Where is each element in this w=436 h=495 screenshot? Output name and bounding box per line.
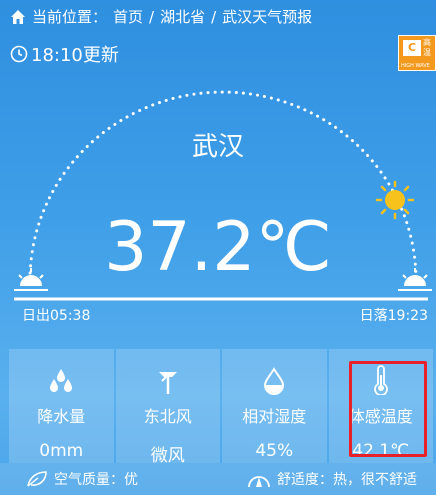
wind-card: 东北风 微风: [115, 349, 220, 466]
city-name: 武汉: [191, 132, 244, 162]
comfort-text: 舒适度：热，很不舒适: [277, 472, 417, 488]
precipitation-value: 0mm: [39, 441, 84, 461]
humidity-value: 45%: [255, 441, 294, 461]
air-quality-text: 空气质量：优: [54, 472, 138, 488]
humidity-drop-icon: [264, 367, 285, 395]
sunset-time: 日落19:23: [359, 308, 428, 324]
sunrise-time: 日出05:38: [22, 308, 91, 324]
raindrop-icon: [50, 369, 73, 392]
humidity-label: 相对湿度: [242, 407, 307, 426]
comfort: 舒适度：热，很不舒适: [247, 469, 417, 489]
humidity-card: 相对湿度 45%: [222, 349, 327, 463]
comfort-gauge-icon: [248, 476, 270, 488]
bottom-info-bar: 空气质量：优 舒适度：热，很不舒适: [0, 463, 436, 495]
wind-vane-icon: [158, 372, 177, 394]
wind-direction-label: 东北风: [143, 407, 192, 426]
precipitation-card: 降水量 0mm: [9, 349, 114, 463]
feels-like-highlight-box: [349, 361, 427, 457]
current-temperature: 37.2℃: [104, 208, 332, 287]
leaf-icon: [27, 471, 47, 487]
precipitation-label: 降水量: [37, 407, 86, 426]
air-quality: 空气质量：优: [26, 469, 138, 489]
